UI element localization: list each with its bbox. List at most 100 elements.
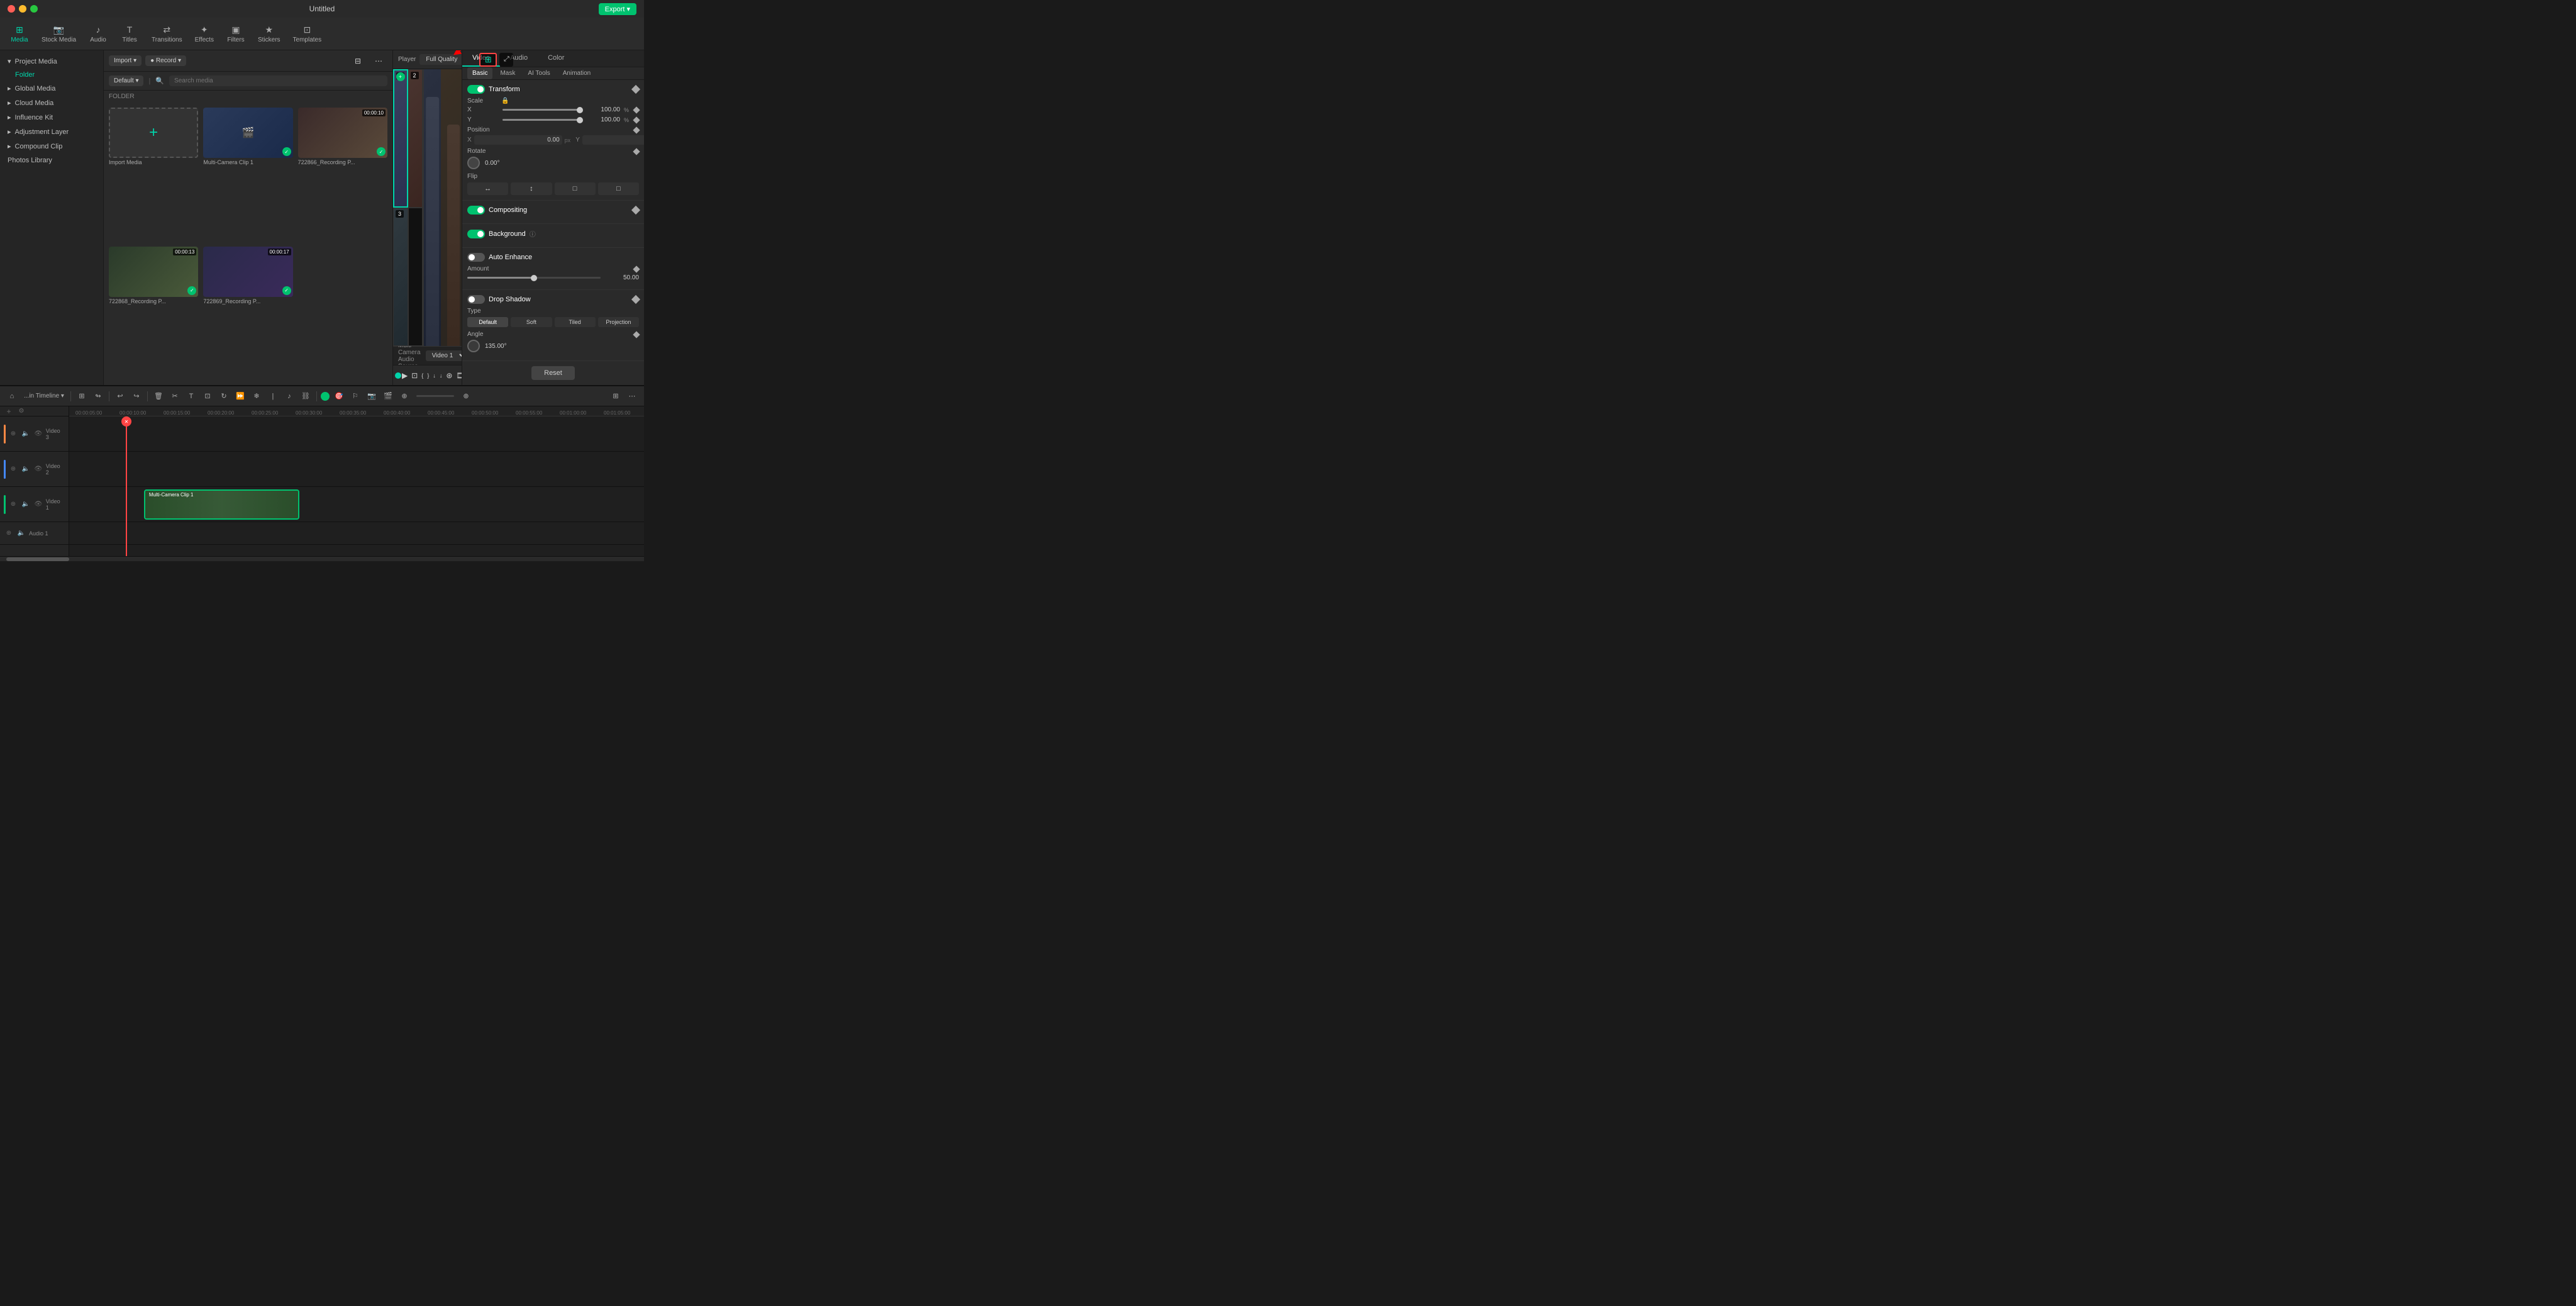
rotate-dial[interactable] <box>467 157 480 169</box>
cam-cell-1[interactable]: 1 + <box>393 69 408 208</box>
record-button[interactable]: ● Record ▾ <box>145 55 186 66</box>
track-v3-icon1[interactable]: ⊕ <box>8 429 18 439</box>
track-v1-eye[interactable]: 👁 <box>33 500 43 510</box>
toolbar-stickers[interactable]: ★ Stickers <box>253 21 286 46</box>
import-thumb[interactable]: + <box>109 108 198 158</box>
tl-link-btn[interactable]: ⛓ <box>299 389 313 403</box>
track-a1-icon2[interactable]: 🔈 <box>16 528 26 539</box>
tl-ripple-btn[interactable]: ↬ <box>91 389 105 403</box>
tl-delete-btn[interactable]: 🗑 <box>152 389 165 403</box>
tl-redo-btn[interactable]: ↪ <box>130 389 143 403</box>
sidebar-item-global-media[interactable]: ▸ Global Media <box>0 81 103 96</box>
tl-grid-btn[interactable]: ⊞ <box>75 389 89 403</box>
bracket-in[interactable]: { <box>421 369 423 382</box>
flip-btn3[interactable]: □ <box>555 182 596 195</box>
toolbar-transitions[interactable]: ⇄ Transitions <box>147 21 187 46</box>
track-v2-icon1[interactable]: ⊕ <box>8 464 18 474</box>
tl-crop-btn[interactable]: ⊡ <box>201 389 214 403</box>
tl-split-btn[interactable]: | <box>266 389 280 403</box>
track-v3-eye[interactable]: 👁 <box>33 429 43 439</box>
scale-y-diamond[interactable] <box>633 116 640 123</box>
cam-add-1[interactable]: + <box>396 72 405 81</box>
clip-multicam[interactable]: Multi-Camera Clip 1 <box>144 489 299 520</box>
tl-speed-btn[interactable]: ⏩ <box>233 389 247 403</box>
toolbar-effects[interactable]: ✦ Effects <box>190 21 219 46</box>
background-info-icon[interactable]: ⓘ <box>530 229 536 238</box>
sidebar-item-compound-clip[interactable]: ▸ Compound Clip <box>0 139 103 153</box>
subtab-animation[interactable]: Animation <box>558 67 596 79</box>
timeline-dropdown[interactable]: ...in Timeline ▾ <box>21 389 67 403</box>
list-item-multicam[interactable]: 🎬 ✓ Multi-Camera Clip 1 <box>203 108 292 242</box>
tl-add-track-btn[interactable]: + <box>4 406 14 416</box>
drop-shadow-diamond[interactable] <box>631 295 640 304</box>
reset-button[interactable]: Reset <box>531 366 575 380</box>
transform-toggle[interactable] <box>467 85 485 94</box>
subtab-ai-tools[interactable]: AI Tools <box>523 67 555 79</box>
tl-freeze-btn[interactable]: ❄ <box>250 389 264 403</box>
sidebar-item-photos-library[interactable]: Photos Library <box>0 153 103 167</box>
position-diamond[interactable] <box>633 126 640 133</box>
pos-x-input[interactable] <box>474 135 562 145</box>
scale-x-diamond[interactable] <box>633 106 640 113</box>
shadow-default-btn[interactable]: Default <box>467 317 508 327</box>
mark-in[interactable]: ↓ <box>433 369 436 382</box>
export-button[interactable]: Export ▾ <box>599 3 636 15</box>
tl-snap-btn[interactable]: 🎯 <box>332 389 346 403</box>
tl-marker-btn[interactable]: ⚐ <box>348 389 362 403</box>
cam-cell-4[interactable] <box>408 208 423 346</box>
home-button[interactable]: ⌂ <box>5 389 19 403</box>
flip-btn4[interactable]: □ <box>598 182 639 195</box>
fullscreen-button[interactable]: ⤢ <box>499 53 513 67</box>
flip-h-button[interactable]: ↔ <box>467 182 508 195</box>
list-item-rec1[interactable]: 00:00:10 ✓ 722866_Recording P... <box>298 108 387 242</box>
amount-slider[interactable] <box>467 277 601 279</box>
compositing-diamond[interactable] <box>631 206 640 215</box>
shadow-projection-btn[interactable]: Projection <box>598 317 639 327</box>
search-input[interactable] <box>169 75 387 86</box>
pos-y-input[interactable] <box>582 135 644 145</box>
tl-rotate-btn[interactable]: ↻ <box>217 389 231 403</box>
import-button[interactable]: Import ▾ <box>109 55 142 66</box>
tl-grid-view-btn[interactable]: ⊞ <box>609 389 623 403</box>
auto-enhance-toggle[interactable] <box>467 253 485 262</box>
tl-audio-btn[interactable]: ♪ <box>282 389 296 403</box>
sidebar-item-cloud-media[interactable]: ▸ Cloud Media <box>0 96 103 110</box>
tl-more-btn[interactable]: ⋯ <box>625 389 639 403</box>
toolbar-stock[interactable]: 📷 Stock Media <box>36 21 81 46</box>
subtab-basic[interactable]: Basic <box>467 67 492 79</box>
toolbar-templates[interactable]: ⊡ Templates <box>288 21 327 46</box>
track-v1-icon1[interactable]: ⊕ <box>8 500 18 510</box>
scale-x-slider[interactable] <box>502 109 582 111</box>
list-item-import[interactable]: + Import Media <box>109 108 198 242</box>
flip-v-button[interactable]: ↕ <box>511 182 552 195</box>
maximize-button[interactable] <box>30 5 38 13</box>
tl-text-btn[interactable]: T <box>184 389 198 403</box>
tl-cam-btn[interactable]: 📷 <box>365 389 379 403</box>
scrollbar-thumb[interactable] <box>6 557 69 561</box>
tl-zoom-slider[interactable] <box>416 395 454 397</box>
tl-zoom-out-btn[interactable]: ⊕ <box>459 389 473 403</box>
fullscreen-ctrl-button[interactable]: ⊡ <box>411 369 418 382</box>
subtab-mask[interactable]: Mask <box>495 67 520 79</box>
tl-cut-btn[interactable]: ✂ <box>168 389 182 403</box>
tl-undo-btn[interactable]: ↩ <box>113 389 127 403</box>
tl-multicam-btn[interactable]: 🎬 <box>381 389 395 403</box>
transform-diamond[interactable] <box>631 85 640 94</box>
toolbar-media[interactable]: ⊞ Media <box>5 21 34 46</box>
toolbar-filters[interactable]: ▣ Filters <box>221 21 250 46</box>
bracket-out[interactable]: } <box>427 369 429 382</box>
toolbar-titles[interactable]: T Titles <box>115 21 144 46</box>
lock-icon[interactable]: 🔒 <box>501 98 509 104</box>
snap-button[interactable]: ⊛ <box>446 369 452 382</box>
minimize-button[interactable] <box>19 5 26 13</box>
toolbar-audio[interactable]: ♪ Audio <box>84 21 113 46</box>
more-button[interactable]: ⋯ <box>370 55 387 67</box>
close-button[interactable] <box>8 5 15 13</box>
list-item-rec3[interactable]: 00:00:17 ✓ 722869_Recording P... <box>203 247 292 381</box>
audio-source-selector[interactable]: Video 1 <box>426 350 467 361</box>
tab-color[interactable]: Color <box>538 50 574 67</box>
track-v1-icon2[interactable]: 🔈 <box>21 500 31 510</box>
drop-shadow-toggle[interactable] <box>467 295 485 304</box>
sort-button[interactable]: ⊟ <box>350 55 366 67</box>
track-v2-icon2[interactable]: 🔈 <box>21 464 31 474</box>
